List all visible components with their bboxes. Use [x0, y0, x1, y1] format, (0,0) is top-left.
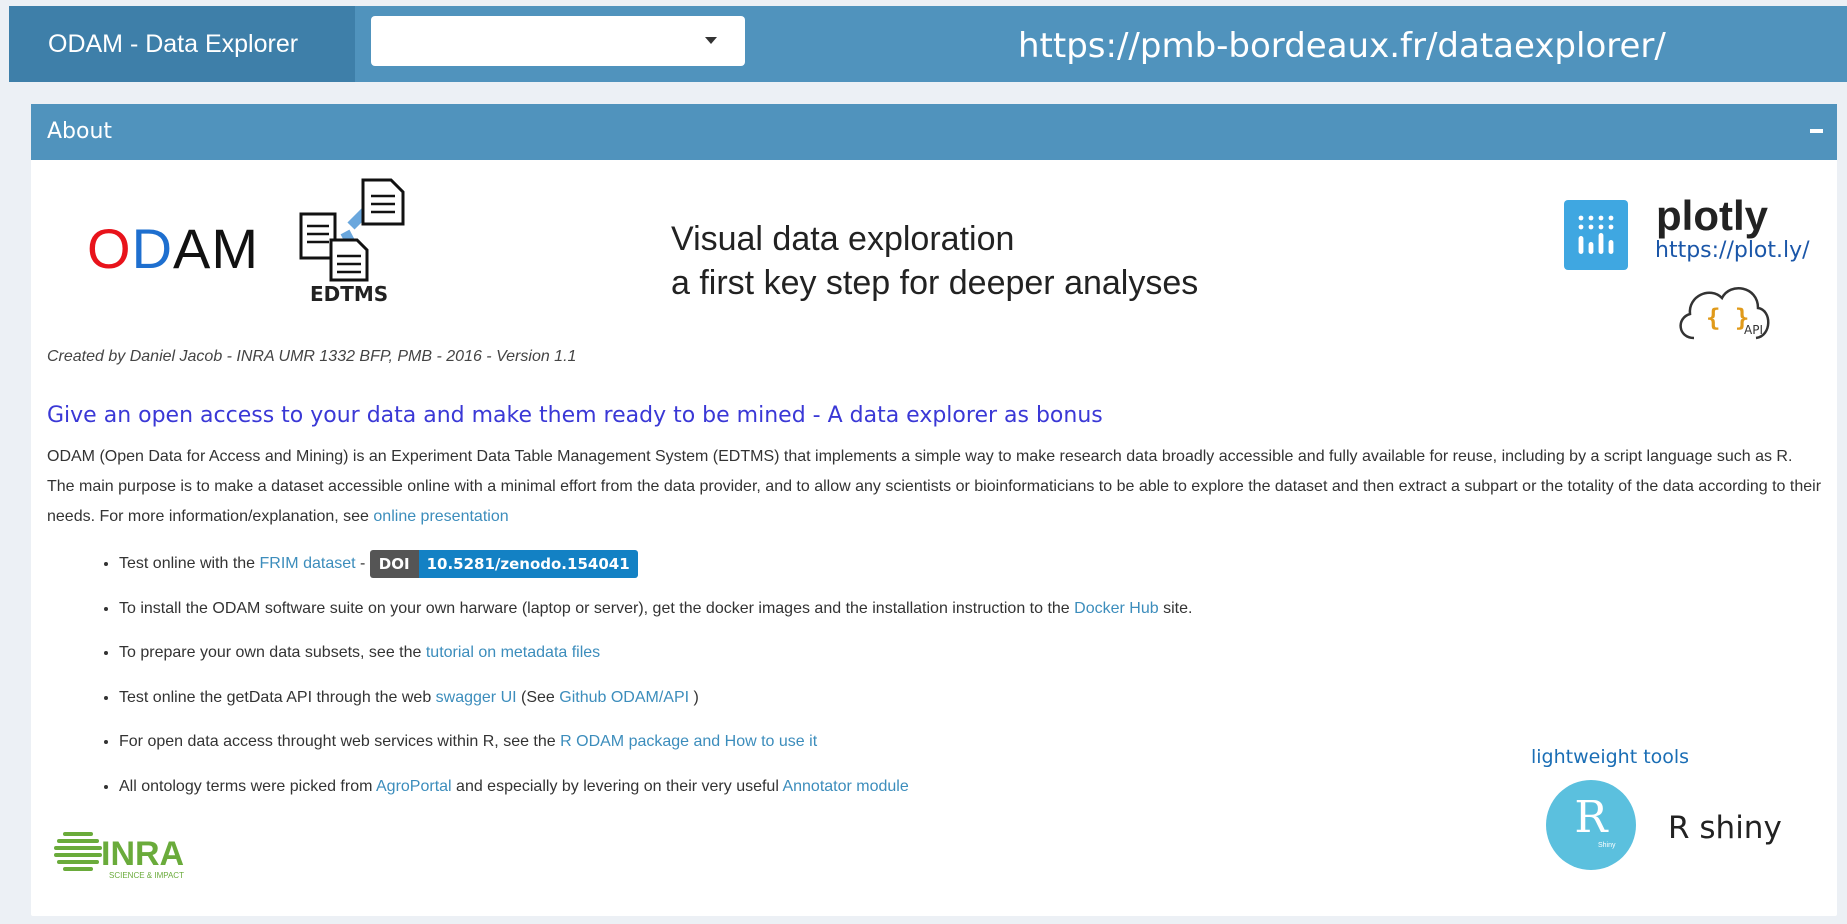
resource-list: Test online with the FRIM dataset - DOI1… — [86, 544, 1192, 811]
list-item: To install the ODAM software suite on yo… — [119, 589, 1192, 634]
list-item: Test online with the FRIM dataset - DOI1… — [119, 544, 1192, 589]
odam-logo: ODAM — [87, 216, 259, 281]
list-item-text: and especially by levering on their very… — [451, 777, 783, 795]
agroportal-link[interactable]: AgroPortal — [376, 778, 452, 795]
list-item-text: - — [355, 555, 370, 572]
online-presentation-link[interactable]: online presentation — [373, 508, 508, 525]
odam-logo-am: AM — [173, 217, 260, 280]
api-cloud-icon: { } API — [1679, 287, 1770, 340]
plotly-url-link[interactable]: https://plot.ly/ — [1655, 238, 1810, 263]
odam-logo-d: D — [131, 217, 174, 280]
list-item-text: All ontology terms were picked from — [119, 777, 376, 795]
list-item-text: ) — [689, 688, 699, 706]
about-box-title: About — [47, 119, 113, 144]
caret-down-icon[interactable] — [705, 37, 717, 44]
r-logo-sub: Shiny — [1598, 842, 1616, 849]
list-item-text: For open data access throught web servic… — [119, 733, 561, 750]
doi-badge-value: 10.5281/zenodo.154041 — [418, 549, 638, 578]
list-item: For open data access throught web servic… — [119, 722, 1192, 767]
tagline: Visual data exploration a first key step… — [671, 217, 1198, 305]
list-item-text: To install the ODAM software suite on yo… — [119, 599, 1075, 617]
headline: Give an open access to your data and mak… — [47, 403, 1103, 428]
frim-dataset-link[interactable]: FRIM dataset — [260, 555, 356, 572]
list-item: Test online the getData API through the … — [119, 678, 1192, 723]
collapse-minus-icon[interactable] — [1810, 129, 1823, 133]
navbar: ODAM - Data Explorer https://pmb-bordeau… — [9, 6, 1847, 82]
rshiny-label: R shiny — [1668, 810, 1782, 846]
swagger-ui-link[interactable]: swagger UI — [436, 689, 517, 706]
list-item-text: Test online with the — [119, 555, 260, 572]
plotly-icon — [1564, 200, 1628, 270]
dataset-select[interactable] — [371, 16, 745, 66]
odam-logo-o: O — [87, 217, 132, 280]
list-item-text: site. — [1158, 599, 1193, 617]
docker-hub-link[interactable]: Docker Hub — [1074, 600, 1158, 617]
description: ODAM (Open Data for Access and Mining) i… — [47, 442, 1823, 532]
inra-logo: INRA SCIENCE & IMPACT — [54, 832, 184, 880]
doi-badge[interactable]: DOI 10.5281/zenodo.154041 — [369, 549, 638, 578]
edtms-label: EDTMS — [310, 282, 389, 306]
app-brand[interactable]: ODAM - Data Explorer — [9, 6, 355, 82]
annotator-module-link[interactable]: Annotator module — [782, 778, 908, 795]
lightweight-tools-label: lightweight tools — [1531, 746, 1690, 768]
inra-sub: SCIENCE & IMPACT — [109, 871, 184, 880]
description-text: ODAM (Open Data for Access and Mining) i… — [47, 448, 1822, 525]
site-url: https://pmb-bordeaux.fr/dataexplorer/ — [1018, 26, 1666, 66]
credit-text: Created by Daniel Jacob - INRA UMR 1332 … — [47, 348, 577, 365]
list-item: To prepare your own data subsets, see th… — [119, 633, 1192, 678]
r-shiny-logo: R Shiny — [1546, 780, 1636, 870]
r-odam-package-link[interactable]: R ODAM package and How to use it — [560, 733, 817, 750]
github-odam-api-link[interactable]: Github ODAM/API — [559, 689, 689, 706]
list-item-text: To prepare your own data subsets, see th… — [119, 644, 426, 661]
api-label: API — [1744, 323, 1763, 337]
tagline-line1: Visual data exploration — [671, 220, 1015, 258]
doi-badge-key: DOI — [369, 549, 419, 578]
list-item: All ontology terms were picked from Agro… — [119, 767, 1192, 812]
list-item-text: (See — [516, 688, 560, 706]
edtms-documents-icon — [299, 178, 405, 282]
tagline-line2: a first key step for deeper analyses — [671, 264, 1199, 302]
r-letter: R — [1574, 792, 1608, 843]
about-box: About ODAM EDTMS Visual data exploration… — [31, 104, 1837, 916]
about-box-header: About — [31, 104, 1837, 160]
inra-name: INRA — [101, 835, 184, 873]
metadata-tutorial-link[interactable]: tutorial on metadata files — [426, 644, 600, 661]
api-braces: { } — [1706, 304, 1749, 332]
plotly-name: plotly — [1656, 192, 1768, 239]
list-item-text: Test online the getData API through the … — [119, 688, 436, 706]
